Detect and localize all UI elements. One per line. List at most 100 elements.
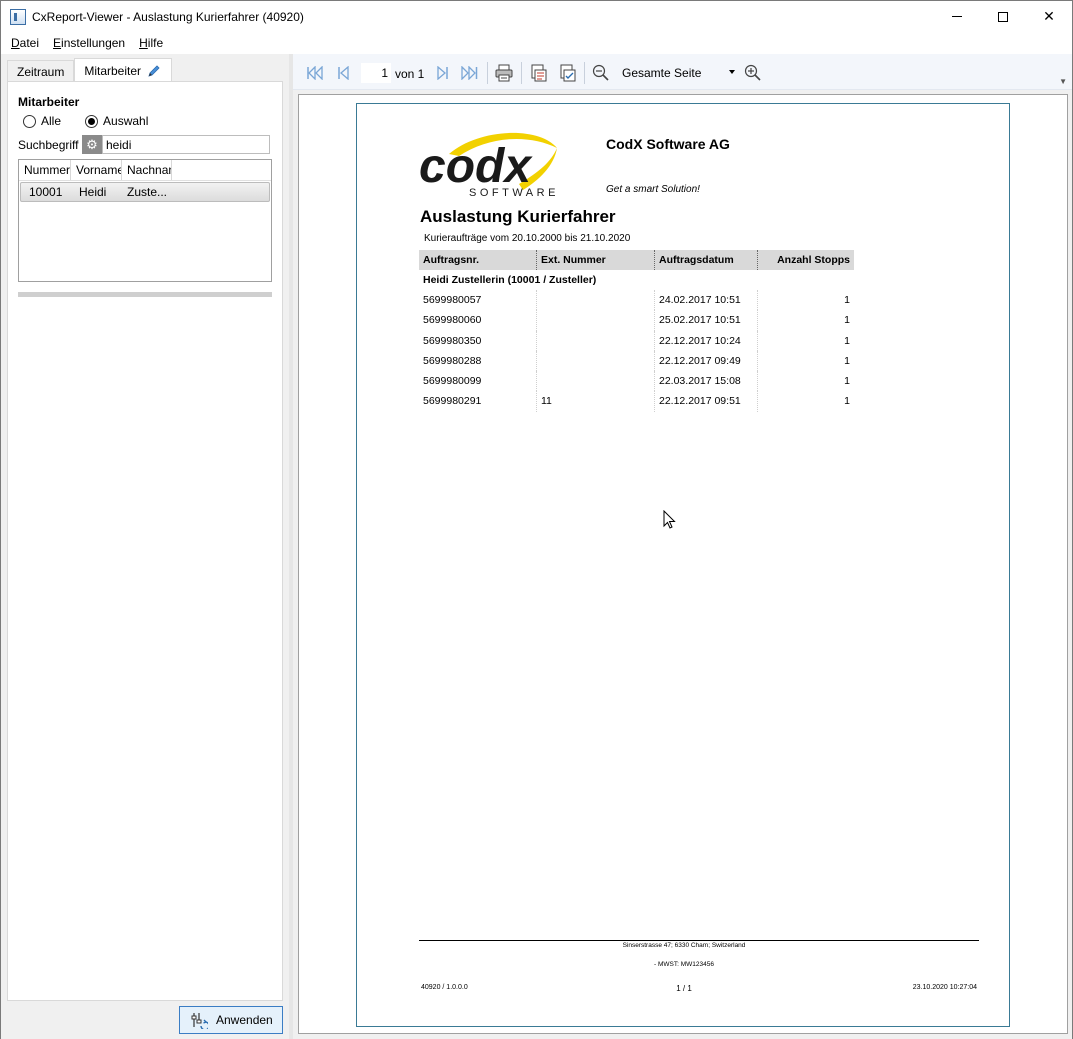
footer-vat: - MWST: MW123456	[654, 961, 714, 968]
last-page-icon	[461, 66, 478, 80]
apply-button[interactable]: Anwenden	[179, 1006, 283, 1034]
cell-anzahl-stopps: 1	[844, 375, 850, 388]
cell-ext-nummer	[537, 371, 655, 392]
zoom-out-button[interactable]	[591, 63, 611, 83]
column-header-nummer[interactable]: Nummer	[19, 160, 71, 180]
tab-zeitraum-label: Zeitraum	[17, 64, 65, 79]
print-button[interactable]	[494, 63, 514, 83]
col-auftragsnr: Auftragsnr.	[419, 250, 537, 270]
mitarbeiter-tab-content: Mitarbeiter Alle Auswahl Suchbegriff ⚙ N…	[7, 81, 283, 1001]
minimize-button[interactable]	[934, 1, 980, 32]
first-page-button[interactable]	[305, 63, 325, 83]
cell-anzahl-stopps: 1	[844, 354, 850, 367]
company-slogan: Get a smart Solution!	[606, 184, 700, 195]
cell-anzahl-stopps: 1	[844, 294, 850, 306]
menu-datei[interactable]: Datei	[4, 36, 46, 50]
column-header-vorname[interactable]: Vorname	[71, 160, 122, 180]
window-title: CxReport-Viewer - Auslastung Kurierfahre…	[32, 9, 304, 24]
radio-alle-label[interactable]: Alle	[41, 114, 61, 128]
next-page-icon	[437, 66, 448, 80]
export-icon	[531, 64, 547, 82]
cell-anzahl-stopps: 1	[844, 334, 850, 347]
cell-auftragsnr: 5699980291	[419, 391, 537, 412]
first-page-icon	[307, 66, 323, 80]
report-subtitle: Kurieraufträge vom 20.10.2000 bis 21.10.…	[424, 233, 631, 244]
cell-anzahl-stopps: 1	[844, 395, 850, 408]
tab-zeitraum[interactable]: Zeitraum	[7, 60, 75, 82]
search-label: Suchbegriff	[18, 137, 79, 152]
svg-text:SOFTWARE: SOFTWARE	[469, 187, 559, 198]
toolbar-separator	[487, 62, 488, 84]
search-input[interactable]	[102, 135, 270, 154]
cell-ext-nummer	[537, 290, 655, 311]
employee-grid[interactable]: Nummer Vorname Nachnan 10001 Heidi Zuste…	[18, 159, 272, 282]
filter-panel: Zeitraum Mitarbeiter Mitarbeiter Alle Au…	[1, 54, 289, 1039]
report-table-header: Auftragsnr. Ext. Nummer Auftragsdatum An…	[419, 250, 854, 270]
minimize-icon	[952, 16, 962, 17]
zoom-in-button[interactable]	[743, 63, 763, 83]
codx-logo: codx SOFTWARE	[419, 132, 559, 198]
footer-divider	[419, 940, 979, 941]
cell-auftragsdatum: 22.03.2017 15:08	[655, 371, 758, 392]
footer-address: Sinserstrasse 47; 6330 Cham; Switzerland	[622, 942, 746, 949]
cell-auftragsnr: 5699980060	[419, 310, 537, 331]
col-auftragsdatum: Auftragsdatum	[655, 250, 758, 270]
search-options-button[interactable]: ⚙	[82, 135, 102, 154]
page-count: von 1	[395, 67, 425, 81]
toolbar-separator	[584, 62, 585, 84]
cell-nummer: 10001	[29, 185, 63, 199]
mouse-pointer-icon	[663, 510, 676, 529]
cell-ext-nummer	[537, 350, 655, 372]
filter-tabs: Zeitraum Mitarbeiter	[7, 58, 173, 82]
app-window: CxReport-Viewer - Auslastung Kurierfahre…	[0, 0, 1073, 1039]
toolbar-overflow-icon[interactable]: ▼	[1059, 77, 1067, 86]
menu-einstellungen[interactable]: Einstellungen	[46, 36, 132, 50]
page-number-input[interactable]	[361, 63, 391, 83]
close-button[interactable]: ✕	[1026, 1, 1072, 32]
next-page-button[interactable]	[433, 63, 451, 83]
maximize-icon	[998, 11, 1008, 22]
col-anzahl-stopps: Anzahl Stopps	[777, 254, 850, 266]
cell-auftragsnr: 5699980057	[419, 290, 537, 311]
menu-bar: Datei Einstellungen Hilfe	[1, 32, 1072, 54]
cell-auftragsdatum: 22.12.2017 09:49	[655, 350, 758, 372]
tab-mitarbeiter[interactable]: Mitarbeiter	[74, 58, 173, 82]
horizontal-scrollbar[interactable]	[18, 292, 272, 297]
title-bar[interactable]: CxReport-Viewer - Auslastung Kurierfahre…	[1, 1, 1072, 32]
radio-alle[interactable]	[23, 114, 36, 128]
close-icon: ✕	[1043, 8, 1055, 24]
toolbar-separator	[521, 62, 522, 84]
cell-vorname: Heidi	[79, 185, 107, 199]
chevron-down-icon	[729, 70, 735, 74]
selection-mode: Alle Auswahl	[23, 114, 172, 128]
table-row: 5699980057 24.02.2017 10:51 1	[419, 290, 854, 311]
maximize-button[interactable]	[980, 1, 1026, 32]
previous-page-button[interactable]	[335, 63, 353, 83]
cell-auftragsnr: 5699980288	[419, 350, 537, 372]
tab-mitarbeiter-label: Mitarbeiter	[84, 63, 142, 78]
zoom-select[interactable]: Gesamte Seite	[619, 63, 737, 83]
search-row: Suchbegriff ⚙	[18, 135, 270, 154]
table-row: 5699980099 22.03.2017 15:08 1	[419, 371, 854, 392]
zoom-select-value: Gesamte Seite	[622, 66, 702, 80]
table-row[interactable]: 10001 Heidi Zuste...	[20, 182, 270, 202]
group-header: Heidi Zustellerin (10001 / Zusteller)	[423, 274, 597, 286]
cell-auftragsdatum: 24.02.2017 10:51	[655, 290, 758, 311]
table-row: 5699980060 25.02.2017 10:51 1	[419, 310, 854, 331]
export-options-button[interactable]	[557, 63, 577, 83]
report-page: codx SOFTWARE CodX Software AG Get a sma…	[356, 103, 1010, 1027]
report-canvas[interactable]: codx SOFTWARE CodX Software AG Get a sma…	[298, 94, 1068, 1034]
cell-auftragsdatum: 22.12.2017 10:24	[655, 330, 758, 351]
printer-icon	[495, 64, 513, 82]
radio-auswahl-label[interactable]: Auswahl	[103, 114, 148, 128]
window-controls: ✕	[934, 1, 1072, 32]
radio-auswahl[interactable]	[85, 114, 99, 128]
menu-hilfe[interactable]: Hilfe	[132, 36, 170, 50]
company-name: CodX Software AG	[606, 136, 730, 152]
cell-anzahl-stopps: 1	[844, 314, 850, 327]
export-button[interactable]	[528, 63, 548, 83]
column-header-nachname[interactable]: Nachnan	[122, 160, 172, 180]
cell-ext-nummer	[537, 310, 655, 331]
last-page-button[interactable]	[459, 63, 479, 83]
cell-auftragsnr: 5699980099	[419, 371, 537, 392]
